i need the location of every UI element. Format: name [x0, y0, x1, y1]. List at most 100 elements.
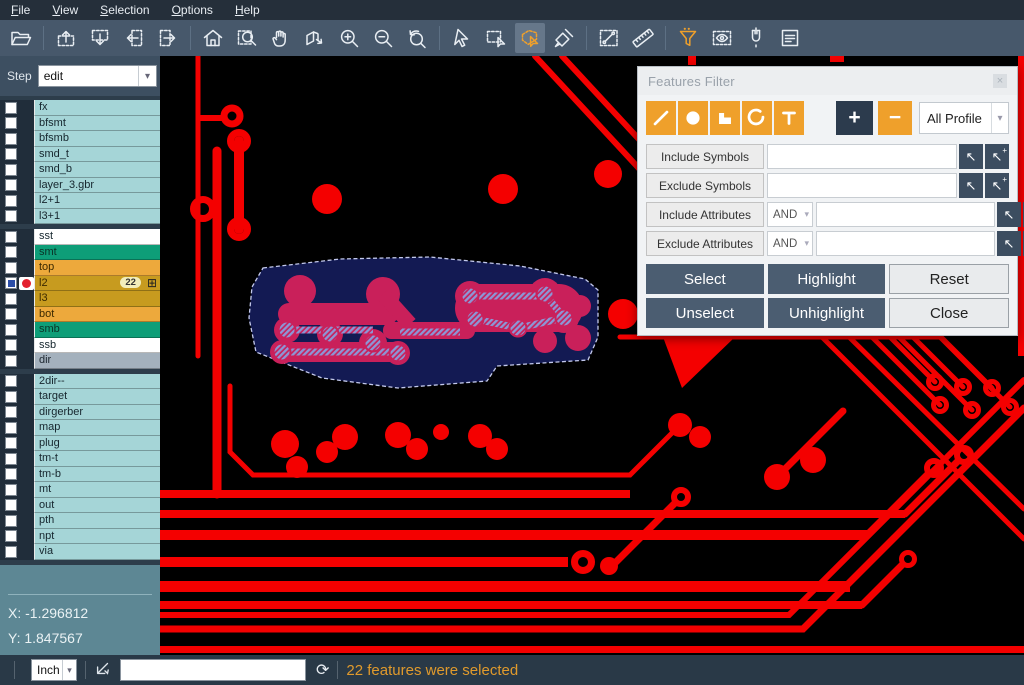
shape-arc-icon[interactable] — [742, 101, 772, 135]
unit-select[interactable]: Inch ▾ — [31, 659, 77, 681]
menu-item-help[interactable]: Help — [224, 0, 271, 20]
layer-row-ssb[interactable]: ssb — [0, 338, 160, 354]
clean-tool-icon[interactable] — [549, 23, 579, 53]
menu-item-file[interactable]: File — [0, 0, 41, 20]
layer-checkbox[interactable] — [5, 179, 17, 191]
layer-row-pth[interactable]: pth — [0, 513, 160, 529]
layer-checkbox[interactable] — [5, 210, 17, 222]
layer-row-layer_3.gbr[interactable]: layer_3.gbr — [0, 178, 160, 194]
layer-row-target[interactable]: target — [0, 389, 160, 405]
exclude-symbols-input[interactable] — [767, 173, 957, 198]
layer-row-tm-t[interactable]: tm-t — [0, 451, 160, 467]
layer-name[interactable]: dirgerber — [34, 405, 160, 421]
exclude-attributes-input[interactable] — [816, 231, 995, 256]
include-attributes-input[interactable] — [816, 202, 995, 227]
close-button[interactable]: Close — [889, 298, 1009, 328]
dialog-title-bar[interactable]: Features Filter × — [638, 67, 1017, 95]
snap-angle-icon[interactable] — [94, 659, 112, 682]
home-view-icon[interactable] — [198, 23, 228, 53]
layer-row-top[interactable]: top — [0, 260, 160, 276]
zoom-previous-icon[interactable] — [402, 23, 432, 53]
layer-name[interactable]: tm-b — [34, 467, 160, 483]
layer-row-mt[interactable]: mt — [0, 482, 160, 498]
layer-checkbox[interactable] — [5, 391, 17, 403]
layer-name[interactable]: bfsmt — [34, 116, 160, 132]
add-filter-button[interactable]: + — [836, 101, 873, 135]
layer-name[interactable]: pth — [34, 513, 160, 529]
layer-row-smt[interactable]: smt — [0, 245, 160, 261]
layer-row-bfsmt[interactable]: bfsmt — [0, 116, 160, 132]
zoom-in-icon[interactable] — [334, 23, 364, 53]
snap-magnet-icon[interactable] — [741, 23, 771, 53]
layer-row-tm-b[interactable]: tm-b — [0, 467, 160, 483]
features-filter-icon[interactable] — [673, 23, 703, 53]
layer-name[interactable]: smt — [34, 245, 160, 261]
layer-name[interactable]: l3+1 — [34, 209, 160, 225]
include-attributes-pick-icon[interactable]: ↖ — [997, 202, 1021, 227]
exclude-symbols-button[interactable]: Exclude Symbols — [646, 173, 764, 198]
select-cursor-icon[interactable] — [447, 23, 477, 53]
page-right-icon[interactable] — [153, 23, 183, 53]
layer-row-bot[interactable]: bot — [0, 307, 160, 323]
layer-name[interactable]: l2+1 — [34, 193, 160, 209]
page-left-icon[interactable] — [119, 23, 149, 53]
menu-item-view[interactable]: View — [41, 0, 89, 20]
layer-name[interactable]: tm-t — [34, 451, 160, 467]
layer-checkbox[interactable] — [5, 308, 17, 320]
reset-button[interactable]: Reset — [889, 264, 1009, 294]
layer-checkbox[interactable] — [5, 375, 17, 387]
layer-checkbox[interactable] — [5, 484, 17, 496]
layer-checkbox[interactable] — [5, 437, 17, 449]
layer-row-l2[interactable]: l222⊞ — [0, 276, 160, 292]
layer-row-dir[interactable]: dir — [0, 353, 160, 369]
view-options-icon[interactable] — [707, 23, 737, 53]
page-up-icon[interactable] — [51, 23, 81, 53]
layer-name[interactable]: ssb — [34, 338, 160, 354]
include-symbols-pick-icon[interactable]: ↖ — [959, 144, 983, 169]
layer-name[interactable]: npt — [34, 529, 160, 545]
highlight-button[interactable]: Highlight — [768, 264, 886, 294]
profile-select[interactable]: All Profile ▾ — [919, 102, 1009, 134]
layers-panel-icon[interactable] — [775, 23, 805, 53]
layer-checkbox[interactable] — [5, 422, 17, 434]
open-folder-icon[interactable] — [6, 23, 36, 53]
exclude-attributes-button[interactable]: Exclude Attributes — [646, 231, 764, 256]
layer-row-out[interactable]: out — [0, 498, 160, 514]
rect-select-icon[interactable] — [481, 23, 511, 53]
layer-name[interactable]: plug — [34, 436, 160, 452]
layer-checkbox[interactable] — [5, 546, 17, 558]
unselect-button[interactable]: Unselect — [646, 298, 764, 328]
layer-row-smd_b[interactable]: smd_b — [0, 162, 160, 178]
layer-row-sst[interactable]: sst — [0, 229, 160, 245]
layer-checkbox[interactable] — [5, 246, 17, 258]
unhighlight-button[interactable]: Unhighlight — [768, 298, 886, 328]
layer-name[interactable]: sst — [34, 229, 160, 245]
include-attributes-button[interactable]: Include Attributes — [646, 202, 764, 227]
close-icon[interactable]: × — [993, 74, 1007, 88]
layer-name[interactable]: dir — [34, 353, 160, 369]
layer-name[interactable]: mt — [34, 482, 160, 498]
layer-name[interactable]: via — [34, 544, 160, 560]
layer-name[interactable]: l3 — [34, 291, 160, 307]
layer-name[interactable]: layer_3.gbr — [34, 178, 160, 194]
include-symbols-input[interactable] — [767, 144, 957, 169]
page-down-icon[interactable] — [85, 23, 115, 53]
command-input[interactable] — [120, 659, 306, 681]
zoom-window-icon[interactable] — [232, 23, 262, 53]
layer-name[interactable]: smd_t — [34, 147, 160, 163]
include-symbols-pick-add-icon[interactable]: ↖+ — [985, 144, 1009, 169]
layer-row-bfsmb[interactable]: bfsmb — [0, 131, 160, 147]
layer-checkbox[interactable] — [5, 499, 17, 511]
include-symbols-button[interactable]: Include Symbols — [646, 144, 764, 169]
exclude-symbols-pick-icon[interactable]: ↖ — [959, 173, 983, 198]
measure-ruler-icon[interactable] — [628, 23, 658, 53]
layer-checkbox[interactable] — [5, 468, 17, 480]
refresh-icon[interactable]: ⟳ — [316, 660, 329, 680]
polygon-select-icon[interactable] — [515, 23, 545, 53]
pan-hand-icon[interactable] — [266, 23, 296, 53]
menu-item-selection[interactable]: Selection — [89, 0, 160, 20]
layer-checkbox[interactable] — [5, 117, 17, 129]
layer-checkbox[interactable] — [5, 515, 17, 527]
layer-row-plug[interactable]: plug — [0, 436, 160, 452]
shape-polygon-icon[interactable] — [710, 101, 740, 135]
